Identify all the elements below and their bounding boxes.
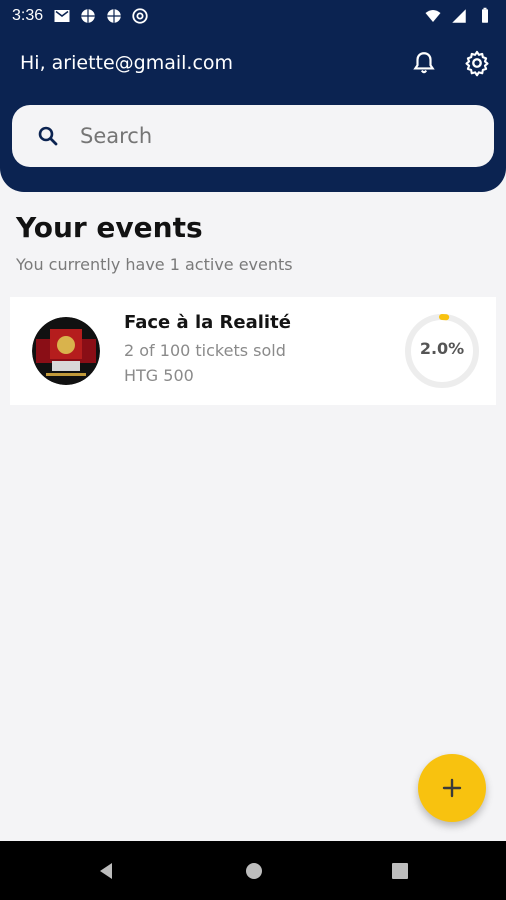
system-nav-bar: [0, 841, 506, 900]
recents-button[interactable]: [390, 861, 410, 881]
search-bar[interactable]: [12, 105, 494, 167]
bell-icon: [413, 52, 435, 74]
event-thumbnail-image: [32, 317, 100, 385]
gmail-icon: [54, 10, 70, 22]
recents-square-icon: [392, 863, 408, 879]
event-thumbnail: [32, 317, 100, 385]
greeting-text: Hi, ariette@gmail.com: [20, 52, 234, 74]
gear-icon: [465, 50, 489, 77]
search-icon: [38, 126, 58, 146]
section-subtitle: You currently have 1 active events: [16, 255, 293, 274]
plus-icon: [442, 778, 462, 798]
search-input[interactable]: [78, 123, 350, 149]
basketball-icon: [81, 9, 95, 23]
back-button[interactable]: [96, 861, 116, 881]
back-triangle-icon: [100, 863, 112, 879]
add-event-button[interactable]: [418, 754, 486, 822]
section-title: Your events: [16, 211, 203, 244]
basketball-icon: [107, 9, 121, 23]
wifi-icon: [425, 10, 441, 22]
status-time: 3:36: [12, 7, 44, 24]
event-title: Face à la Realité: [124, 312, 291, 333]
event-price: HTG 500: [124, 366, 194, 385]
status-right-icons: [424, 7, 494, 25]
home-circle-icon: [246, 863, 262, 879]
event-tickets-sold: 2 of 100 tickets sold: [124, 341, 286, 360]
event-card[interactable]: Face à la Realité 2 of 100 tickets sold …: [10, 297, 496, 405]
battery-icon: [482, 7, 488, 23]
signal-icon: [452, 9, 466, 23]
status-bar: 3:36: [0, 0, 506, 32]
notifications-button[interactable]: [409, 48, 439, 78]
home-button[interactable]: [244, 861, 264, 881]
settings-button[interactable]: [462, 48, 492, 78]
status-left-icons: [53, 7, 149, 25]
progress-label: 2.0%: [419, 339, 465, 358]
at-icon: [132, 8, 148, 24]
